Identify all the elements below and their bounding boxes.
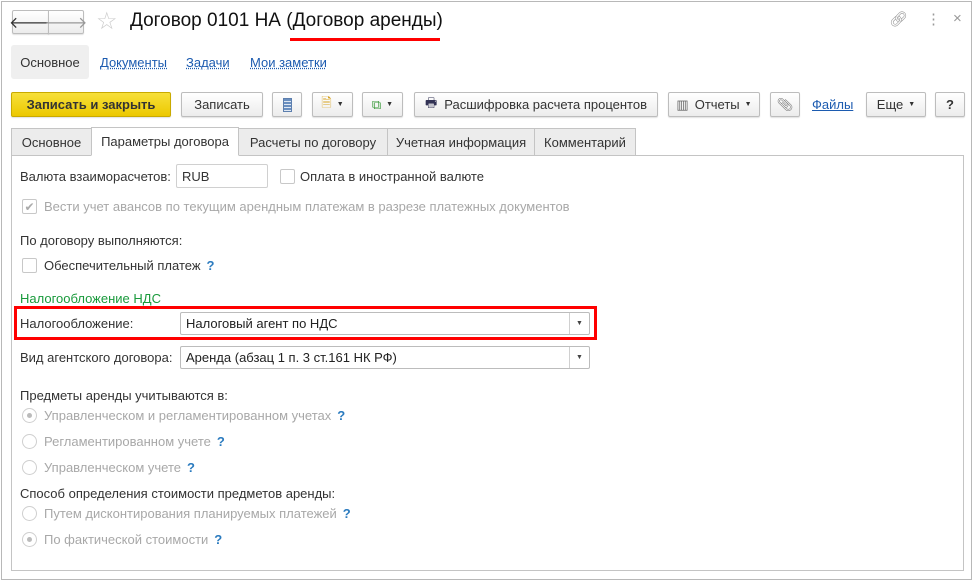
- radio-subjects-regulated[interactable]: [22, 434, 37, 449]
- files-link[interactable]: Файлы: [812, 97, 853, 112]
- tab-settlements[interactable]: Расчеты по договору: [238, 128, 388, 156]
- printer-icon: 🖶: [424, 94, 438, 110]
- deposit-label: Обеспечительный платеж?: [44, 258, 215, 273]
- document-clock-icon: 🗎: [321, 94, 332, 110]
- agent-contract-select[interactable]: Аренда (абзац 1 п. 3 ст.161 НК РФ) ▼: [180, 346, 590, 369]
- decode-interest-button[interactable]: 🖶 Расшифровка расчета процентов: [414, 92, 658, 117]
- advances-label: Вести учет авансов по текущим арендным п…: [44, 199, 570, 214]
- nav-item-main[interactable]: Основное: [11, 45, 89, 79]
- forward-button[interactable]: 🡒: [45, 10, 87, 34]
- list-icon: [282, 97, 292, 112]
- help-icon[interactable]: ?: [343, 506, 351, 521]
- radio-label: Регламентированном учете?: [44, 434, 225, 449]
- more-button[interactable]: Еще ▼: [866, 92, 926, 117]
- attach-button[interactable]: 📎︎: [770, 92, 800, 117]
- radio-cost-actual[interactable]: [22, 532, 37, 547]
- tab-comment[interactable]: Комментарий: [534, 128, 636, 156]
- nav-item-tasks[interactable]: Задачи: [186, 55, 230, 70]
- vat-group-title: Налогообложение НДС: [20, 291, 161, 306]
- advances-checkbox[interactable]: ✔: [22, 199, 37, 214]
- currency-input[interactable]: RUB: [176, 164, 268, 188]
- title-underline: [290, 38, 440, 41]
- help-icon[interactable]: ?: [337, 408, 345, 423]
- help-icon[interactable]: ?: [187, 460, 195, 475]
- help-icon[interactable]: ?: [217, 434, 225, 449]
- performed-label: По договору выполняются:: [20, 233, 183, 248]
- foreign-payment-label: Оплата в иностранной валюте: [300, 169, 484, 184]
- star-icon[interactable]: ☆: [96, 7, 118, 36]
- close-button[interactable]: ×: [953, 10, 962, 27]
- paperclip-icon: 📎︎: [776, 96, 794, 112]
- radio-subjects-management[interactable]: [22, 460, 37, 475]
- radio-label: Управленческом учете?: [44, 460, 195, 475]
- tab-accounting-info[interactable]: Учетная информация: [387, 128, 535, 156]
- radio-subjects-both[interactable]: [22, 408, 37, 423]
- taxation-select[interactable]: Налоговый агент по НДС ▼: [180, 312, 590, 335]
- chevron-down-icon[interactable]: ▼: [569, 313, 589, 334]
- link-icon[interactable]: 🔗︎: [889, 10, 908, 28]
- radio-label: Путем дисконтирования планируемых платеж…: [44, 506, 351, 521]
- radio-label: Управленческом и регламентированном учет…: [44, 408, 346, 423]
- subjects-label: Предметы аренды учитываются в:: [20, 388, 228, 403]
- page-title: Договор 0101 НА (Договор аренды): [130, 10, 443, 31]
- tab-main[interactable]: Основное: [11, 128, 92, 156]
- help-button[interactable]: ?: [935, 92, 965, 117]
- documents-arrow-icon: ⧉: [371, 96, 382, 112]
- reports-button[interactable]: ▥ Отчеты ▼: [668, 92, 760, 117]
- report-icon: ▥: [676, 96, 689, 112]
- deposit-checkbox[interactable]: [22, 258, 37, 273]
- help-icon[interactable]: ?: [207, 258, 215, 273]
- cost-label: Способ определения стоимости предметов а…: [20, 486, 336, 501]
- save-and-close-button[interactable]: Записать и закрыть: [11, 92, 171, 117]
- save-button[interactable]: Записать: [181, 92, 263, 117]
- tab-contract-params[interactable]: Параметры договора: [91, 127, 239, 156]
- nav-item-documents[interactable]: Документы: [100, 55, 167, 70]
- arrow-right-icon: 🡒: [44, 14, 88, 32]
- taxation-label: Налогообложение:: [20, 316, 134, 331]
- radio-label: По фактической стоимости?: [44, 532, 223, 547]
- create-based-button[interactable]: 🗎 ▼: [312, 92, 353, 117]
- list-button[interactable]: [272, 92, 302, 117]
- agent-contract-label: Вид агентского договора:: [20, 350, 173, 365]
- help-icon[interactable]: ?: [214, 532, 222, 547]
- radio-cost-discount[interactable]: [22, 506, 37, 521]
- more-vertical-icon[interactable]: ⋮: [926, 10, 941, 28]
- foreign-payment-checkbox[interactable]: [280, 169, 295, 184]
- nav-item-notes[interactable]: Мои заметки: [250, 55, 327, 70]
- chevron-down-icon[interactable]: ▼: [569, 347, 589, 368]
- related-documents-button[interactable]: ⧉ ▼: [362, 92, 403, 117]
- back-button[interactable]: 🡐: [9, 10, 52, 34]
- currency-label: Валюта взаиморасчетов:: [20, 169, 171, 184]
